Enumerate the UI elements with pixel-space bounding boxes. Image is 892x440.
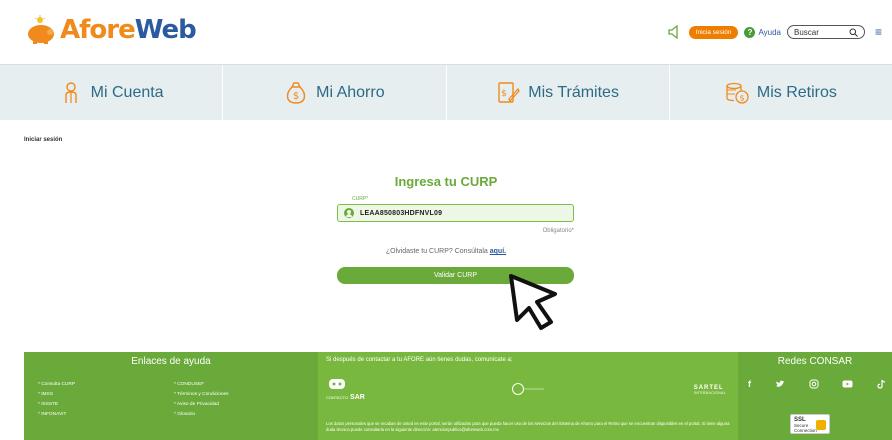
contacto-sar-logo[interactable]: CONTACTO SAR [326, 378, 365, 401]
document-pen-icon: $ [498, 81, 521, 103]
footer-contact: Si después de contactar a tu AFORE aún t… [318, 352, 738, 440]
curp-input[interactable]: LEAA850803HDFNVL09 [337, 204, 574, 222]
social-title: Redes CONSAR [777, 356, 853, 367]
hamburger-icon[interactable]: ≡ [875, 25, 882, 39]
privacy-disclaimer: Los datos personales que se recaban de u… [326, 421, 730, 433]
person-icon [64, 81, 77, 103]
svg-text:$: $ [739, 93, 744, 102]
footer-social: Redes CONSAR f SSL Secure Connection [738, 352, 892, 440]
search-placeholder: Buscar [793, 27, 819, 37]
forgot-text: ¿Olvidaste tu CURP? Consúltala [385, 248, 488, 255]
contact-heading: Si después de contactar a tu AFORE aún t… [326, 357, 513, 363]
logo-afore-text: Afore [60, 15, 136, 45]
coins-icon: $ [726, 82, 749, 104]
footer-link[interactable]: * IMSS [38, 392, 174, 397]
logo-web-text: Web [134, 15, 197, 45]
nav-item-mi-cuenta[interactable]: Mi Cuenta [0, 65, 224, 120]
phone-number-badge [512, 383, 545, 395]
footer-link[interactable]: * Términos y Condiciones [174, 392, 310, 397]
curp-value: LEAA850803HDFNVL09 [360, 209, 443, 217]
nav-label: Mi Cuenta [90, 83, 164, 101]
top-header: AforeWeb Inicia sesión ? Ayuda Buscar ≡ [0, 0, 892, 64]
aforeweb-logo[interactable]: AforeWeb [24, 8, 197, 52]
mouse-pointer-icon [509, 274, 557, 330]
svg-text:$: $ [501, 89, 507, 99]
main-nav: Mi Cuenta $ Mi Ahorro $ Mis Trámites $ M… [0, 64, 892, 120]
footer-link[interactable]: * ISSSTE [38, 402, 174, 407]
money-bag-icon: $ [286, 81, 306, 104]
curp-field-label: CURP* [352, 196, 369, 202]
search-input[interactable]: Buscar [786, 25, 865, 39]
page: AforeWeb Inicia sesión ? Ayuda Buscar ≡ [0, 0, 892, 440]
help-link[interactable]: ? Ayuda [744, 26, 781, 38]
nav-item-mi-ahorro[interactable]: $ Mi Ahorro [223, 65, 447, 120]
nav-label: Mis Trámites [528, 83, 619, 101]
phone-icon [329, 379, 345, 389]
tiktok-icon[interactable] [877, 379, 886, 389]
youtube-icon[interactable] [842, 379, 853, 389]
lock-icon [816, 420, 826, 430]
svg-text:$: $ [293, 91, 299, 102]
footer-help-links: Enlaces de ayuda * Consulta CURP * CONDU… [24, 352, 318, 440]
sar-logo-text: SAR [350, 394, 365, 401]
sar-prefix: CONTACTO [326, 395, 349, 400]
form-title: Ingresa tu CURP [394, 174, 498, 189]
piggy-bank-icon [28, 15, 54, 44]
ssl-badge: SSL Secure Connection [790, 414, 830, 434]
forgot-curp-text: ¿Olvidaste tu CURP? Consúltala aquí. [0, 248, 892, 255]
footer-link[interactable]: * Glosario [174, 412, 310, 417]
help-links-list: * Consulta CURP * CONDUSEF * IMSS * Térm… [38, 382, 310, 417]
nav-item-mis-tramites[interactable]: $ Mis Trámites [447, 65, 670, 120]
nav-label: Mis Retiros [756, 83, 837, 101]
help-icon: ? [744, 26, 756, 38]
required-note: Obligatorio* [542, 228, 574, 234]
footer-link[interactable]: * INFONAVIT [38, 412, 174, 417]
footer: Enlaces de ayuda * Consulta CURP * CONDU… [24, 352, 892, 440]
footer-link[interactable]: * Aviso de Privacidad [174, 402, 310, 407]
forgot-curp-link[interactable]: aquí. [490, 248, 506, 255]
nav-label: Mi Ahorro [316, 83, 385, 101]
login-button[interactable]: Inicia sesión [688, 25, 739, 39]
user-icon [344, 208, 354, 218]
instagram-icon[interactable] [809, 379, 819, 389]
sartel-logo[interactable]: SARTEL INTERNACIONAL [694, 385, 726, 395]
facebook-icon[interactable]: f [748, 379, 751, 389]
contact-logos: CONTACTO SAR SARTEL INTERNACIONAL [326, 378, 726, 401]
footer-link[interactable]: * CONDUSEF [174, 382, 310, 387]
help-label: Ayuda [758, 27, 781, 37]
top-actions: Inicia sesión ? Ayuda Buscar ≡ [667, 25, 882, 39]
sartel-sub: INTERNACIONAL [693, 390, 726, 395]
twitter-icon[interactable] [775, 379, 785, 389]
ssl-line2: Connection [794, 427, 817, 433]
search-icon [849, 28, 858, 37]
footer-help-title: Enlaces de ayuda [131, 356, 211, 367]
footer-link[interactable]: * Consulta CURP [38, 382, 174, 387]
social-icons: f [748, 379, 886, 389]
sartel-phone-logo[interactable] [512, 382, 546, 397]
speaker-icon[interactable] [667, 25, 683, 39]
nav-item-mis-retiros[interactable]: $ Mis Retiros [670, 65, 892, 120]
sartel-logo-text: SARTEL [693, 384, 724, 391]
breadcrumb: Iniciar sesión [24, 137, 63, 143]
